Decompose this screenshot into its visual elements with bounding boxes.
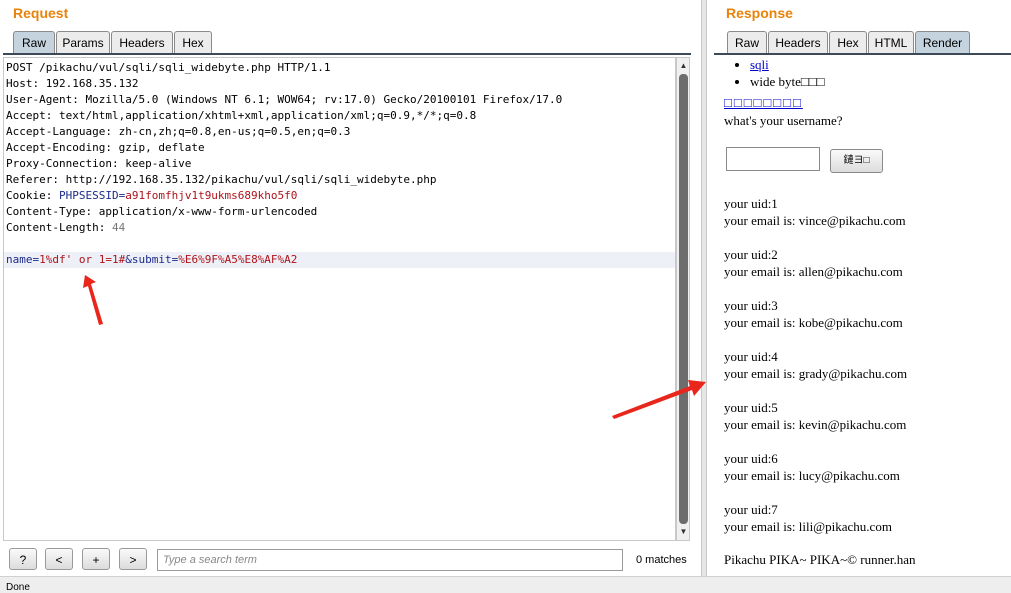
annotation-arrow-up-icon: [83, 275, 103, 325]
tab-hex[interactable]: Hex: [174, 31, 212, 54]
request-line: Host: 192.168.35.132: [6, 76, 675, 92]
header-text: Accept-Encoding: gzip, deflate: [6, 141, 205, 154]
page-footer: Pikachu PIKA~ PIKA~© runner.han: [724, 552, 916, 567]
param-value: %E6%9F%A5%E8%AF%A2: [178, 253, 298, 266]
param-key: PHPSESSID: [58, 189, 119, 202]
result-uid: your uid:7: [724, 502, 778, 517]
request-line: Proxy-Connection: keep-alive: [6, 156, 675, 172]
request-line: Accept: text/html,application/xhtml+xml,…: [6, 108, 675, 124]
request-line: Content-Type: application/x-www-form-url…: [6, 204, 675, 220]
request-line: [6, 236, 675, 252]
tab-html[interactable]: HTML: [868, 31, 914, 54]
header-text: User-Agent: Mozilla/5.0 (Windows NT 6.1;…: [6, 93, 563, 106]
tab-params[interactable]: Params: [56, 31, 110, 54]
username-input[interactable]: [726, 147, 820, 171]
param-key: name: [6, 253, 33, 266]
response-tab-underline: [714, 53, 1011, 55]
request-line: Accept-Language: zh-cn,zh;q=0.8,en-us;q=…: [6, 124, 675, 140]
status-text: Done: [6, 582, 30, 593]
response-tabbar: Raw Headers Hex HTML Render: [727, 31, 1011, 55]
result-email: your email is: allen@pikachu.com: [724, 264, 903, 279]
tab-raw[interactable]: Raw: [13, 31, 55, 54]
result-uid: your uid:1: [724, 196, 778, 211]
scroll-down-icon[interactable]: ▼: [678, 526, 689, 538]
request-code: POST /pikachu/vul/sqli/sqli_widebyte.php…: [4, 60, 675, 268]
header-text: Host: 192.168.35.132: [6, 77, 139, 90]
tab-headers[interactable]: Headers: [111, 31, 173, 54]
request-search-bar: ? < + > Type a search term 0 matches: [0, 546, 700, 574]
annotation-arrow-right-icon: [612, 380, 706, 419]
param-separator: &: [125, 253, 132, 266]
tab-raw[interactable]: Raw: [727, 31, 767, 54]
search-input[interactable]: Type a search term: [157, 549, 623, 571]
header-text: Content-Length:: [6, 221, 112, 234]
request-body-line: name=1%df' or 1=1#&submit=%E6%9F%A5%E8%A…: [4, 252, 675, 268]
status-bar: Done: [0, 576, 1011, 593]
search-placeholder: Type a search term: [163, 554, 257, 566]
result-uid: your uid:2: [724, 247, 778, 262]
result-uid: your uid:5: [724, 400, 778, 415]
next-match-button[interactable]: >: [119, 548, 147, 570]
param-value: a91fomfhjv1t9ukms689kho5f0: [125, 189, 298, 202]
query-submit-button[interactable]: 鏈ヨ□: [830, 149, 883, 173]
result-uid: your uid:4: [724, 349, 778, 364]
request-scrollbar[interactable]: ▲ ▼: [676, 57, 690, 541]
header-text: Cookie:: [6, 189, 59, 202]
response-title: Response: [726, 5, 793, 21]
help-button[interactable]: ?: [9, 548, 37, 570]
header-text: Content-Type: application/x-www-form-url…: [6, 205, 318, 218]
add-button[interactable]: +: [82, 548, 110, 570]
result-email: your email is: kevin@pikachu.com: [724, 417, 907, 432]
header-text: Referer: http://192.168.35.132/pikachu/v…: [6, 173, 437, 186]
header-text: Proxy-Connection: keep-alive: [6, 157, 192, 170]
match-count: 0 matches: [636, 554, 687, 566]
result-email: your email is: kobe@pikachu.com: [724, 315, 903, 330]
scroll-thumb[interactable]: [679, 74, 688, 524]
param-key: submit: [131, 253, 172, 266]
sqli-link[interactable]: sqli: [750, 57, 769, 72]
request-line: User-Agent: Mozilla/5.0 (Windows NT 6.1;…: [6, 92, 675, 108]
request-line: POST /pikachu/vul/sqli/sqli_widebyte.php…: [6, 60, 675, 76]
param-value: 44: [111, 221, 126, 234]
tab-render[interactable]: Render: [915, 31, 970, 54]
previous-match-button[interactable]: <: [45, 548, 73, 570]
result-email: your email is: vince@pikachu.com: [724, 213, 906, 228]
breadcrumb-list: sqli wide byte□□□: [728, 56, 824, 90]
request-line: Cookie: PHPSESSID=a91fomfhjv1t9ukms689kh…: [6, 188, 675, 204]
list-item: wide byte□□□: [750, 73, 824, 90]
tab-hex[interactable]: Hex: [829, 31, 867, 54]
result-email: your email is: lili@pikachu.com: [724, 519, 892, 534]
param-value: 1%df' or 1=1#: [39, 253, 126, 266]
result-uid: your uid:3: [724, 298, 778, 313]
page-heading-link[interactable]: □□□□□□□□: [724, 95, 803, 110]
request-title: Request: [13, 5, 69, 21]
tab-headers[interactable]: Headers: [768, 31, 828, 54]
header-text: Accept-Language: zh-cn,zh;q=0.8,en-us;q=…: [6, 125, 351, 138]
list-item[interactable]: sqli: [750, 56, 824, 73]
request-line: Content-Length: 44: [6, 220, 675, 236]
header-text: Accept: text/html,application/xhtml+xml,…: [6, 109, 477, 122]
request-line: Accept-Encoding: gzip, deflate: [6, 140, 675, 156]
render-view: sqli wide byte□□□ □□□□□□□□ what's your u…: [714, 56, 1011, 574]
request-tab-underline: [3, 53, 691, 55]
request-tabbar: Raw Params Headers Hex: [13, 31, 693, 55]
result-email: your email is: lucy@pikachu.com: [724, 468, 900, 483]
result-email: your email is: grady@pikachu.com: [724, 366, 908, 381]
scroll-up-icon[interactable]: ▲: [678, 60, 689, 72]
header-text: POST /pikachu/vul/sqli/sqli_widebyte.php…: [6, 61, 331, 74]
pane-divider[interactable]: [701, 0, 707, 576]
request-line: Referer: http://192.168.35.132/pikachu/v…: [6, 172, 675, 188]
username-prompt: what's your username?: [724, 113, 843, 128]
result-uid: your uid:6: [724, 451, 778, 466]
